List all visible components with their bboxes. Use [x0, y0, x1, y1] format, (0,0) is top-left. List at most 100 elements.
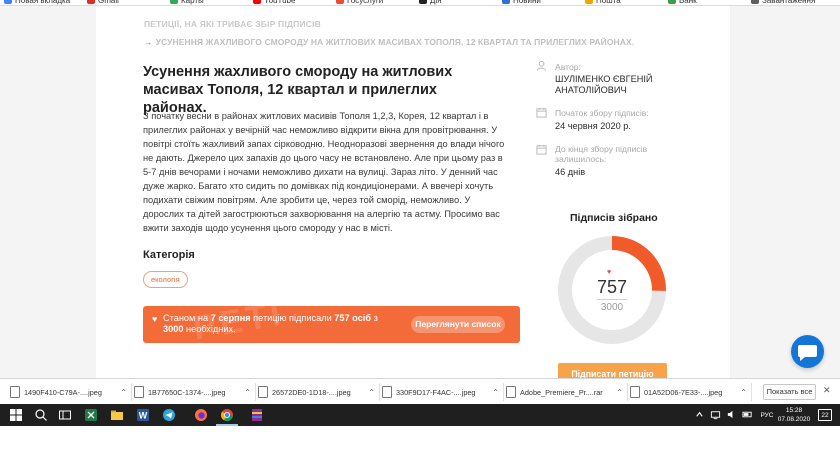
download-item[interactable]: 01A52D06-7E33-....jpeg ⌃	[630, 383, 752, 401]
chevron-up-icon[interactable]: ⌃	[120, 388, 127, 397]
volume-icon[interactable]	[726, 409, 737, 420]
screen-margin	[0, 426, 840, 473]
view-list-button[interactable]: Переглянути список	[411, 316, 505, 333]
download-item[interactable]: 330F9D17-F4AC-....jpeg ⌃	[382, 383, 504, 401]
download-filename: 1490F410-C79A-....jpeg	[24, 387, 102, 397]
bookmark-label: Дія	[430, 0, 442, 5]
word-icon[interactable]: W	[136, 408, 150, 422]
bookmark-favicon-icon	[87, 0, 95, 4]
download-filename: 330F9D17-F4AC-....jpeg	[396, 387, 476, 397]
download-filename: Adobe_Premiere_Pr....rar	[520, 387, 603, 397]
chevron-up-icon[interactable]: ⌃	[244, 388, 251, 397]
close-icon[interactable]: ✕	[823, 385, 831, 396]
download-filename: 01A52D06-7E33-....jpeg	[644, 387, 723, 397]
file-icon	[506, 386, 516, 398]
chat-icon	[798, 345, 817, 361]
search-icon[interactable]	[34, 408, 48, 422]
start-date-label: Початок збору підписів:	[555, 108, 649, 118]
chrome-icon[interactable]	[220, 408, 234, 422]
chevron-up-icon[interactable]: ⌃	[740, 388, 747, 397]
chat-button[interactable]	[791, 335, 824, 368]
bookmark-label: Карты	[181, 0, 204, 5]
download-item[interactable]: 1B77650C-1374-....jpeg ⌃	[134, 383, 256, 401]
bookmark-item[interactable]: YouTube	[253, 0, 295, 5]
bookmark-favicon-icon	[336, 0, 344, 4]
bookmark-label: Госуслуги	[347, 0, 384, 5]
author-name[interactable]: ШУЛІМЕНКО ЄВГЕНІЙ АНАТОЛІЙОВИЧ	[555, 74, 675, 96]
notification-count: 22	[821, 412, 829, 419]
download-item[interactable]: Adobe_Premiere_Pr....rar ⌃	[506, 383, 628, 401]
signatures-target: 3000	[600, 302, 624, 313]
clock-date[interactable]: 07.08.2020	[777, 416, 811, 423]
download-item[interactable]: 1490F410-C79A-....jpeg ⌃	[10, 383, 132, 401]
bookmark-favicon-icon	[419, 0, 427, 4]
clock-time[interactable]: 15:28	[777, 407, 811, 414]
bookmark-label: Завантаження	[762, 0, 816, 5]
signatures-title: Підписів зібрано	[570, 212, 658, 224]
status-banner: PETI ♥ Станом на 7 серпня петицію підпис…	[143, 306, 520, 343]
bookmark-favicon-icon	[668, 0, 676, 4]
bookmark-item[interactable]: Пошта	[585, 0, 621, 5]
chevron-up-icon[interactable]: ⌃	[492, 388, 499, 397]
gauge-divider	[597, 299, 627, 300]
file-icon	[258, 386, 268, 398]
petition-page: ПЕТИЦІЇ, НА ЯКІ ТРИВАЄ ЗБІР ПІДПИСІВ → УС…	[96, 6, 730, 383]
taskbar: W РУС 15:28 07.08.2020 22	[0, 404, 840, 426]
network-icon[interactable]	[710, 409, 721, 420]
bookmark-item[interactable]: Банк	[668, 0, 697, 5]
show-hidden-icons-icon[interactable]	[694, 409, 705, 420]
bookmark-label: Банк	[679, 0, 697, 5]
language-indicator[interactable]: РУС	[757, 412, 777, 419]
firefox-icon[interactable]	[194, 408, 208, 422]
notifications-button[interactable]: 22	[818, 409, 832, 421]
breadcrumb-current-label: УСУНЕННЯ ЖАХЛИВОГО СМОРОДУ НА ЖИТЛОВИХ М…	[155, 37, 635, 47]
remaining-value: 46 днів	[555, 167, 586, 177]
user-icon	[536, 60, 547, 71]
banner-text: Станом на 7 серпня петицію підписали 757…	[163, 313, 378, 334]
download-item[interactable]: 26572DE0-1D18-....jpeg ⌃	[258, 383, 380, 401]
excel-icon[interactable]	[84, 408, 98, 422]
bookmark-favicon-icon	[502, 0, 510, 4]
file-explorer-icon[interactable]	[110, 408, 124, 422]
bookmark-item[interactable]: Новини	[502, 0, 541, 5]
downloads-bar: Показать все ✕ 1490F410-C79A-....jpeg ⌃ 1B…	[0, 378, 840, 404]
winrar-icon[interactable]	[250, 408, 264, 422]
bookmark-item[interactable]: Дія	[419, 0, 442, 5]
category-heading: Категорія	[143, 249, 195, 261]
bookmark-favicon-icon	[170, 0, 178, 4]
bookmark-item[interactable]: Новая вкладка	[4, 0, 70, 5]
bookmark-label: Новая вкладка	[15, 0, 71, 5]
petition-body: З початку весни в районах житлових масив…	[143, 111, 505, 233]
bookmark-label: Новини	[513, 0, 541, 5]
bookmark-item[interactable]: Карты	[170, 0, 204, 5]
remaining-label: До кінця збору підписів залишилось:	[555, 144, 648, 164]
chevron-up-icon[interactable]: ⌃	[616, 388, 623, 397]
file-icon	[134, 386, 144, 398]
file-icon	[630, 386, 640, 398]
bookmark-favicon-icon	[253, 0, 261, 4]
show-all-downloads-button[interactable]: Показать все	[763, 384, 816, 400]
download-filename: 1B77650C-1374-....jpeg	[148, 387, 226, 397]
bookmark-item[interactable]: Завантаження	[751, 0, 815, 5]
battery-icon[interactable]	[742, 409, 753, 420]
telegram-icon[interactable]	[162, 408, 176, 422]
bookmark-favicon-icon	[585, 0, 593, 4]
bookmark-favicon-icon	[4, 0, 12, 4]
heart-icon: ♥	[607, 269, 612, 276]
svg-text:W: W	[139, 411, 148, 421]
windows-start-icon[interactable]	[9, 408, 23, 422]
file-icon	[10, 386, 20, 398]
chevron-up-icon[interactable]: ⌃	[368, 388, 375, 397]
breadcrumb-parent[interactable]: ПЕТИЦІЇ, НА ЯКІ ТРИВАЄ ЗБІР ПІДПИСІВ	[144, 19, 321, 29]
task-view-icon[interactable]	[58, 408, 72, 422]
bookmark-item[interactable]: Госуслуги	[336, 0, 383, 5]
calendar-end-icon	[536, 144, 547, 155]
bookmark-label: Gmail	[98, 0, 119, 5]
arrow-right-icon: →	[144, 37, 153, 47]
bookmark-label: Пошта	[596, 0, 621, 5]
heart-icon: ♥	[152, 314, 158, 324]
bookmark-item[interactable]: Gmail	[87, 0, 119, 5]
category-tag[interactable]: екологія	[143, 271, 188, 288]
start-date-value: 24 червня 2020 р.	[555, 121, 631, 131]
breadcrumb-current: → УСУНЕННЯ ЖАХЛИВОГО СМОРОДУ НА ЖИТЛОВИХ …	[144, 37, 634, 47]
